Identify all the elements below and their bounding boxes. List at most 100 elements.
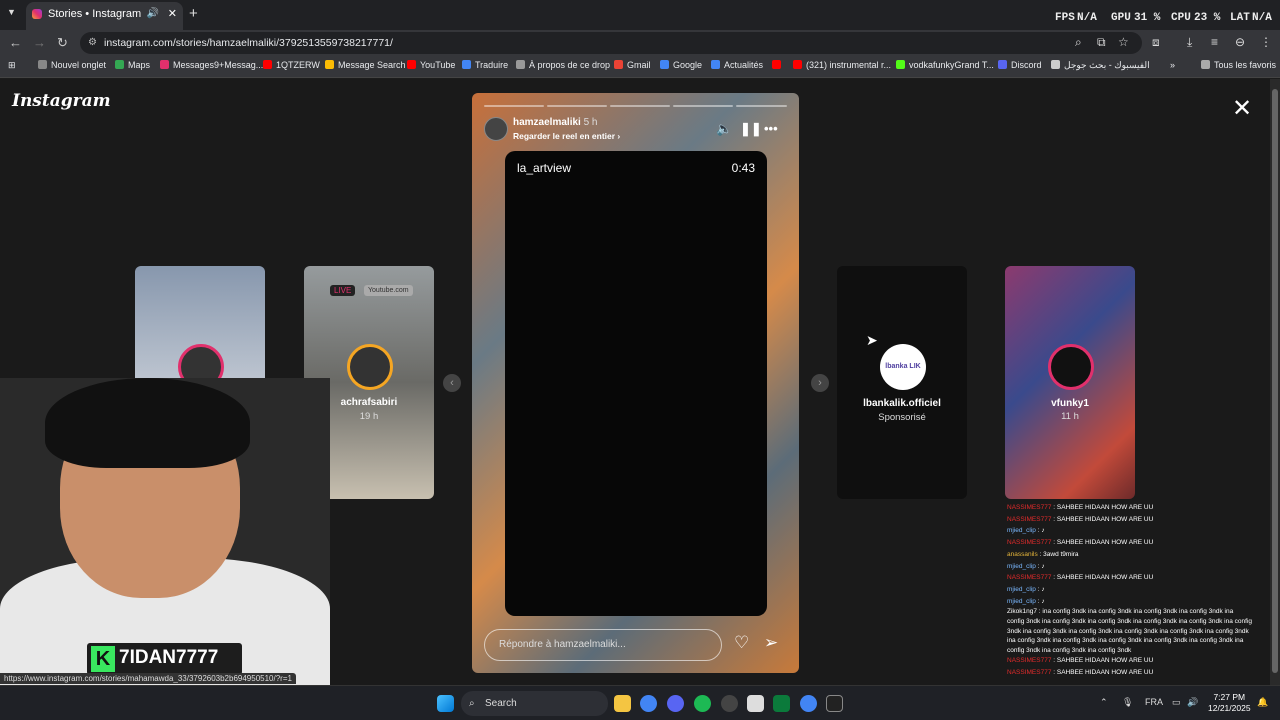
chat-message: mjied_clip : ♪ xyxy=(1007,527,1045,535)
app-icon[interactable] xyxy=(773,695,790,712)
new-tab-button[interactable]: + xyxy=(189,5,198,22)
bookmark-item[interactable]: Actualités xyxy=(711,60,763,70)
streamer-badge: K 7IDAN7777 xyxy=(87,643,242,675)
more-icon[interactable]: ••• xyxy=(764,121,778,136)
watch-reel-link[interactable]: Regarder le reel en entier › xyxy=(513,131,620,141)
bookmark-item[interactable]: Nouvel onglet xyxy=(38,60,106,70)
avatar xyxy=(347,344,393,390)
browser-toolbar: ← → ↻ ⚙ instagram.com/stories/hamzaelmal… xyxy=(0,30,1280,56)
address-bar[interactable]: ⚙ instagram.com/stories/hamzaelmaliki/37… xyxy=(80,32,1142,54)
send-icon[interactable]: ➢ xyxy=(764,633,778,653)
tab-close-icon[interactable]: ✕ xyxy=(168,2,177,26)
bookmark-item[interactable]: Discord xyxy=(998,60,1042,70)
tab-title: Stories • Instagram xyxy=(48,8,142,20)
chat-message: NASSIMES777 : SAHBEE HIDAAN HOW ARE UU xyxy=(1007,504,1154,511)
bookmark-item[interactable]: Traduire xyxy=(462,60,508,70)
chevron-right-icon[interactable]: › xyxy=(811,374,829,392)
chevron-left-icon[interactable]: ‹ xyxy=(443,374,461,392)
progress-segment xyxy=(547,105,607,107)
source-badge: Youtube.com xyxy=(364,285,413,296)
chat-message: NASSIMES777 : SAHBEE HIDAAN HOW ARE UU xyxy=(1007,539,1154,547)
bookmark-item[interactable]: vodkafunkyGrand T... xyxy=(896,60,994,70)
site-info-icon[interactable]: ⚙ xyxy=(88,32,97,54)
epic-games-icon[interactable] xyxy=(826,695,843,712)
app-icon[interactable] xyxy=(747,695,764,712)
reel-video[interactable]: la_artview 0:43 xyxy=(505,151,767,616)
bookmark-item[interactable]: الفيسبوك - بحث جوجل xyxy=(1051,60,1150,71)
tab-list-icon[interactable]: ▼ xyxy=(7,7,16,17)
notification-icon[interactable]: 🔔 xyxy=(1257,697,1268,708)
chat-message: mjied_clip : ♪ xyxy=(1007,597,1045,605)
bookmark-star-icon[interactable]: ☆ xyxy=(1118,35,1129,49)
language-indicator[interactable]: FRA xyxy=(1145,697,1163,707)
close-icon[interactable]: ✕ xyxy=(1232,94,1252,123)
chat-message: NASSIMES777 : SAHBEE HIDAAN HOW ARE UU xyxy=(1007,669,1154,676)
bookmark-item[interactable]: 1QTZERW xyxy=(263,60,320,70)
extensions-icon[interactable]: ⧈ xyxy=(1152,35,1160,50)
bookmark-item[interactable]: Maps xyxy=(115,60,150,70)
heart-icon[interactable]: ♡ xyxy=(734,633,749,653)
bookmark-item[interactable]: (321) instrumental r... xyxy=(793,60,891,70)
scrollbar[interactable] xyxy=(1270,79,1280,685)
bookmark-item[interactable]: Messages9+Messag... xyxy=(160,60,263,70)
bookmarks-bar: ⊞ Nouvel onglet Maps Messages9+Messag...… xyxy=(0,56,1280,78)
chevron-right-icon[interactable]: » xyxy=(1170,60,1175,70)
lat-label: LAT xyxy=(1230,12,1250,24)
taskbar-clock[interactable]: 7:27 PM 12/21/2025 xyxy=(1208,692,1251,714)
zoom-icon[interactable]: ⌕ xyxy=(1075,35,1082,50)
install-icon[interactable]: ⧉ xyxy=(1097,35,1106,50)
volume-icon[interactable]: 🔊 xyxy=(1187,697,1198,708)
story-username: lbankalik.officiel xyxy=(863,398,941,409)
file-explorer-icon[interactable] xyxy=(614,695,631,712)
scrollbar-thumb[interactable] xyxy=(1272,89,1278,673)
all-bookmarks[interactable]: Tous les favoris xyxy=(1201,60,1276,70)
story-username: vfunky1 xyxy=(1051,398,1089,409)
progress-segment xyxy=(610,105,670,107)
obs-icon[interactable] xyxy=(721,695,738,712)
chat-message: Zikok1ng7 : ina config 3ndk ina config 3… xyxy=(1007,608,1253,654)
reply-input[interactable]: Répondre à hamzaelmaliki... xyxy=(484,629,722,661)
bookmark-item[interactable]: Message Search xyxy=(325,60,406,70)
forward-icon[interactable]: → xyxy=(33,35,46,50)
discord-icon[interactable] xyxy=(667,695,684,712)
profile-icon[interactable]: ⊖ xyxy=(1235,35,1245,49)
bookmark-item[interactable]: YouTube xyxy=(407,60,455,70)
menu-icon[interactable]: ⋮ xyxy=(1260,35,1272,49)
pause-icon[interactable]: ❚❚ xyxy=(740,121,762,137)
apps-icon[interactable]: ⊞ xyxy=(8,60,16,71)
avatar[interactable] xyxy=(484,117,508,141)
tab-instagram[interactable]: Stories • Instagram 🔊 ✕ xyxy=(26,2,183,30)
spotify-icon[interactable] xyxy=(694,695,711,712)
bookmark-item[interactable]: À propos de ce drop xyxy=(516,60,610,70)
chat-message: NASSIMES777 : SAHBEE HIDAAN HOW ARE UU xyxy=(1007,574,1154,582)
fps-value: N/A xyxy=(1077,12,1097,24)
bookmark-item[interactable] xyxy=(772,60,785,70)
bookmark-item[interactable]: Google xyxy=(660,60,702,70)
chat-message: anassanils : 3awd t9mira xyxy=(1007,550,1079,558)
network-icon[interactable]: ▭ xyxy=(1172,697,1181,708)
bookmark-item[interactable]: Gmail xyxy=(614,60,651,70)
story-preview[interactable]: lbanka LIK lbankalik.officiel Sponsorisé xyxy=(837,266,967,499)
media-icon[interactable]: ≡ xyxy=(1211,35,1218,49)
streamer-name: 7IDAN7777 xyxy=(119,647,219,668)
taskbar-search[interactable]: ⌕ Search xyxy=(461,691,608,716)
chrome-icon[interactable] xyxy=(640,695,657,712)
back-icon[interactable]: ← xyxy=(9,35,22,50)
microphone-icon[interactable]: 🎙 xyxy=(1122,697,1133,708)
windows-start-icon[interactable] xyxy=(437,695,454,712)
chevron-up-icon[interactable]: ⌃ xyxy=(1100,697,1108,708)
url-text: instagram.com/stories/hamzaelmaliki/3792… xyxy=(104,37,393,49)
instagram-logo[interactable]: Instagram xyxy=(12,91,111,111)
current-story[interactable]: hamzaelmaliki 5 h Regarder le reel en en… xyxy=(472,93,799,673)
tab-audio-icon[interactable]: 🔊 xyxy=(147,2,159,26)
video-duration: 0:43 xyxy=(731,161,755,175)
avatar xyxy=(1048,344,1094,390)
chrome-icon[interactable] xyxy=(800,695,817,712)
reload-icon[interactable]: ↻ xyxy=(57,35,68,51)
story-preview[interactable]: vfunky1 11 h xyxy=(1005,266,1135,499)
gpu-label: GPU xyxy=(1111,12,1131,24)
volume-icon[interactable]: 🔈 xyxy=(716,121,732,137)
downloads-icon[interactable]: ⤓ xyxy=(1187,35,1192,50)
video-username: la_artview xyxy=(517,161,572,175)
story-author[interactable]: hamzaelmaliki 5 h xyxy=(513,117,598,128)
